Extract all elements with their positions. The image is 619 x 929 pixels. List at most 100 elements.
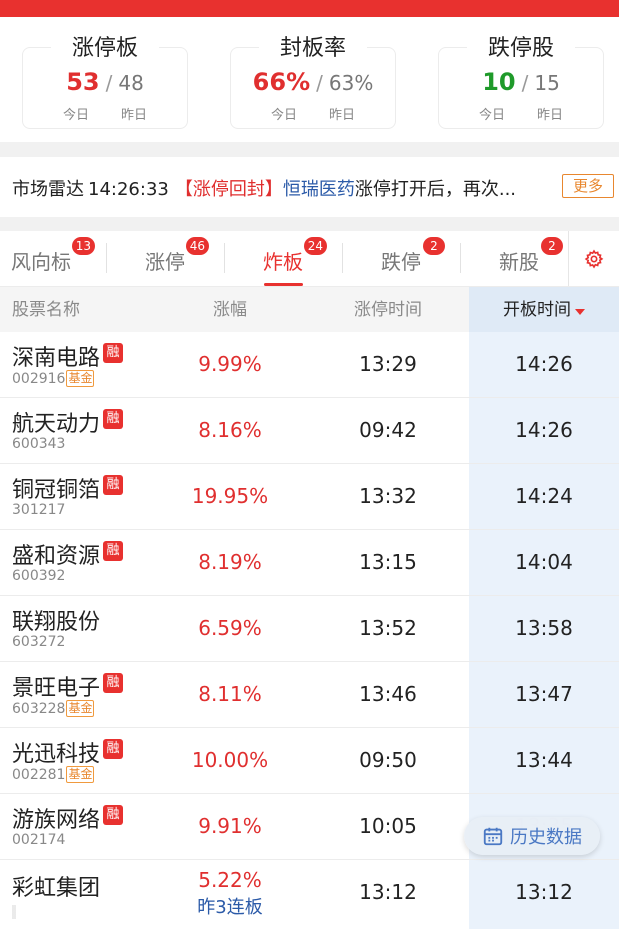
limit-up-time: 13:52	[359, 616, 417, 640]
open-time: 13:44	[515, 748, 573, 772]
stat-today-value: 53	[66, 68, 100, 96]
table-row[interactable]: 联翔股份 603272 6.59% 13:52 13:58	[0, 596, 619, 662]
open-time: 14:24	[515, 484, 573, 508]
change-pct: 8.11%	[198, 682, 262, 706]
stat-card-limit-down[interactable]: 跌停股 10/15 今日 昨日	[438, 36, 604, 129]
margin-badge: 融	[103, 343, 124, 363]
radar-stock-link[interactable]: 恒瑞医药	[283, 179, 355, 200]
stat-yesterday-value: 48	[118, 71, 144, 95]
history-data-button[interactable]: 历史数据	[464, 817, 600, 855]
more-button[interactable]: 更多	[562, 174, 614, 198]
tab-limit-up[interactable]: 涨停 46	[106, 231, 224, 286]
stock-name: 光迅科技	[12, 742, 101, 767]
stock-name: 铜冠铜箔	[12, 478, 101, 503]
header-open-time-label: 开板时间	[503, 300, 571, 320]
change-pct: 5.22%	[198, 868, 262, 892]
change-pct: 19.95%	[191, 484, 269, 508]
open-time: 14:26	[515, 352, 573, 376]
stock-code: 002916	[12, 371, 66, 387]
tab-label: 涨停	[145, 250, 185, 274]
change-pct: 9.99%	[198, 352, 262, 376]
tab-label: 风向标	[11, 250, 71, 274]
stat-today-value: 10	[482, 68, 516, 96]
tab-badge: 2	[423, 237, 445, 255]
open-time: 13:12	[515, 880, 573, 904]
tab-badge: 46	[185, 237, 209, 255]
open-time: 13:58	[515, 616, 573, 640]
header-change-pct[interactable]: 涨幅	[160, 287, 300, 333]
fund-badge: 基金	[66, 700, 95, 717]
header-open-time[interactable]: 开板时间	[469, 287, 619, 333]
stat-yesterday-value: 15	[534, 71, 560, 95]
stats-panel: 涨停板 53/48 今日 昨日 封板率 66%/63% 今日 昨日 跌停股 10/1…	[0, 17, 619, 142]
tab-new-stocks[interactable]: 新股 2	[460, 231, 578, 286]
header-stock-name[interactable]: 股票名称	[12, 287, 80, 333]
top-status-bar	[0, 0, 619, 17]
table-row[interactable]: 光迅科技融 002281 基金 10.00% 09:50 13:44	[0, 728, 619, 794]
stat-yesterday-label: 昨日	[536, 108, 563, 123]
stock-name: 彩虹集团	[12, 876, 101, 901]
stock-code: 600343	[12, 436, 66, 452]
header-limit-up-time[interactable]: 涨停时间	[318, 287, 458, 333]
calendar-icon	[483, 827, 503, 846]
consecutive-board-label: 昨3连板	[197, 897, 263, 918]
tab-badge: 24	[303, 237, 327, 255]
table-row[interactable]: 铜冠铜箔融 301217 19.95% 13:32 14:24	[0, 464, 619, 530]
stock-name: 联翔股份	[12, 610, 101, 635]
category-tabs: 风向标 13 涨停 46 炸板 24 跌停 2 新股 2	[0, 231, 619, 286]
fund-badge: 基金	[66, 766, 95, 783]
tab-label: 新股	[499, 250, 539, 274]
stock-code: 600392	[12, 568, 66, 584]
stat-separator: /	[105, 71, 113, 95]
margin-badge: 融	[103, 673, 124, 693]
stock-code: 002281	[12, 767, 66, 783]
change-pct: 10.00%	[191, 748, 269, 772]
limit-up-time: 13:32	[359, 484, 417, 508]
limit-up-time: 13:29	[359, 352, 417, 376]
stock-code: 002174	[12, 832, 66, 848]
radar-label: 市场雷达	[12, 179, 84, 200]
stat-today-label: 今日	[270, 108, 297, 123]
stat-today-label: 今日	[478, 108, 505, 123]
tab-wind-vane[interactable]: 风向标 13	[0, 231, 100, 286]
stat-separator: /	[316, 71, 323, 95]
stock-code: 301217	[12, 502, 66, 518]
stock-name: 游族网络	[12, 808, 101, 833]
table-row[interactable]: 景旺电子融 603228 基金 8.11% 13:46 13:47	[0, 662, 619, 728]
table-header: 股票名称 涨幅 涨停时间 开板时间	[0, 286, 619, 333]
fund-badge: 基金	[66, 370, 95, 387]
settings-button[interactable]	[568, 231, 619, 286]
stat-card-seal-rate[interactable]: 封板率 66%/63% 今日 昨日	[230, 36, 396, 129]
radar-tag: 【涨停回封】	[174, 179, 283, 200]
limit-up-time: 09:50	[359, 748, 417, 772]
history-data-label: 历史数据	[510, 827, 582, 848]
change-pct: 9.91%	[198, 814, 262, 838]
tab-broken-board[interactable]: 炸板 24	[224, 231, 342, 286]
change-pct: 8.19%	[198, 550, 262, 574]
stat-card-limit-up[interactable]: 涨停板 53/48 今日 昨日	[22, 36, 188, 129]
stat-separator: /	[521, 71, 529, 95]
table-row[interactable]: 盛和资源融 600392 8.19% 13:15 14:04	[0, 530, 619, 596]
open-time: 14:04	[515, 550, 573, 574]
stock-name: 盛和资源	[12, 544, 101, 569]
change-pct: 6.59%	[198, 616, 262, 640]
stat-yesterday-label: 昨日	[328, 108, 355, 123]
stat-title: 涨停板	[51, 36, 159, 62]
tab-badge: 13	[71, 237, 95, 255]
stock-name: 景旺电子	[12, 676, 101, 701]
tab-limit-down[interactable]: 跌停 2	[342, 231, 460, 286]
tab-badge: 2	[541, 237, 563, 255]
market-radar-bar[interactable]: 市场雷达 14:26:33 【涨停回封】恒瑞医药涨停打开后，再次... 更多	[0, 157, 619, 217]
margin-badge: 融	[103, 805, 124, 825]
partially-hidden-badge	[12, 905, 98, 919]
change-pct: 8.16%	[198, 418, 262, 442]
table-row[interactable]: 航天动力融 600343 8.16% 09:42 14:26	[0, 398, 619, 464]
open-time: 13:47	[515, 682, 573, 706]
radar-ticker[interactable]: 市场雷达 14:26:33 【涨停回封】恒瑞医药涨停打开后，再次...	[12, 175, 516, 201]
table-row[interactable]: 深南电路融 002916 基金 9.99% 13:29 14:26	[0, 332, 619, 398]
stock-code: 603228	[12, 701, 66, 717]
margin-badge: 融	[103, 475, 124, 495]
stock-code: 603272	[12, 634, 66, 650]
margin-badge: 融	[103, 409, 124, 429]
tab-label: 跌停	[381, 250, 421, 274]
